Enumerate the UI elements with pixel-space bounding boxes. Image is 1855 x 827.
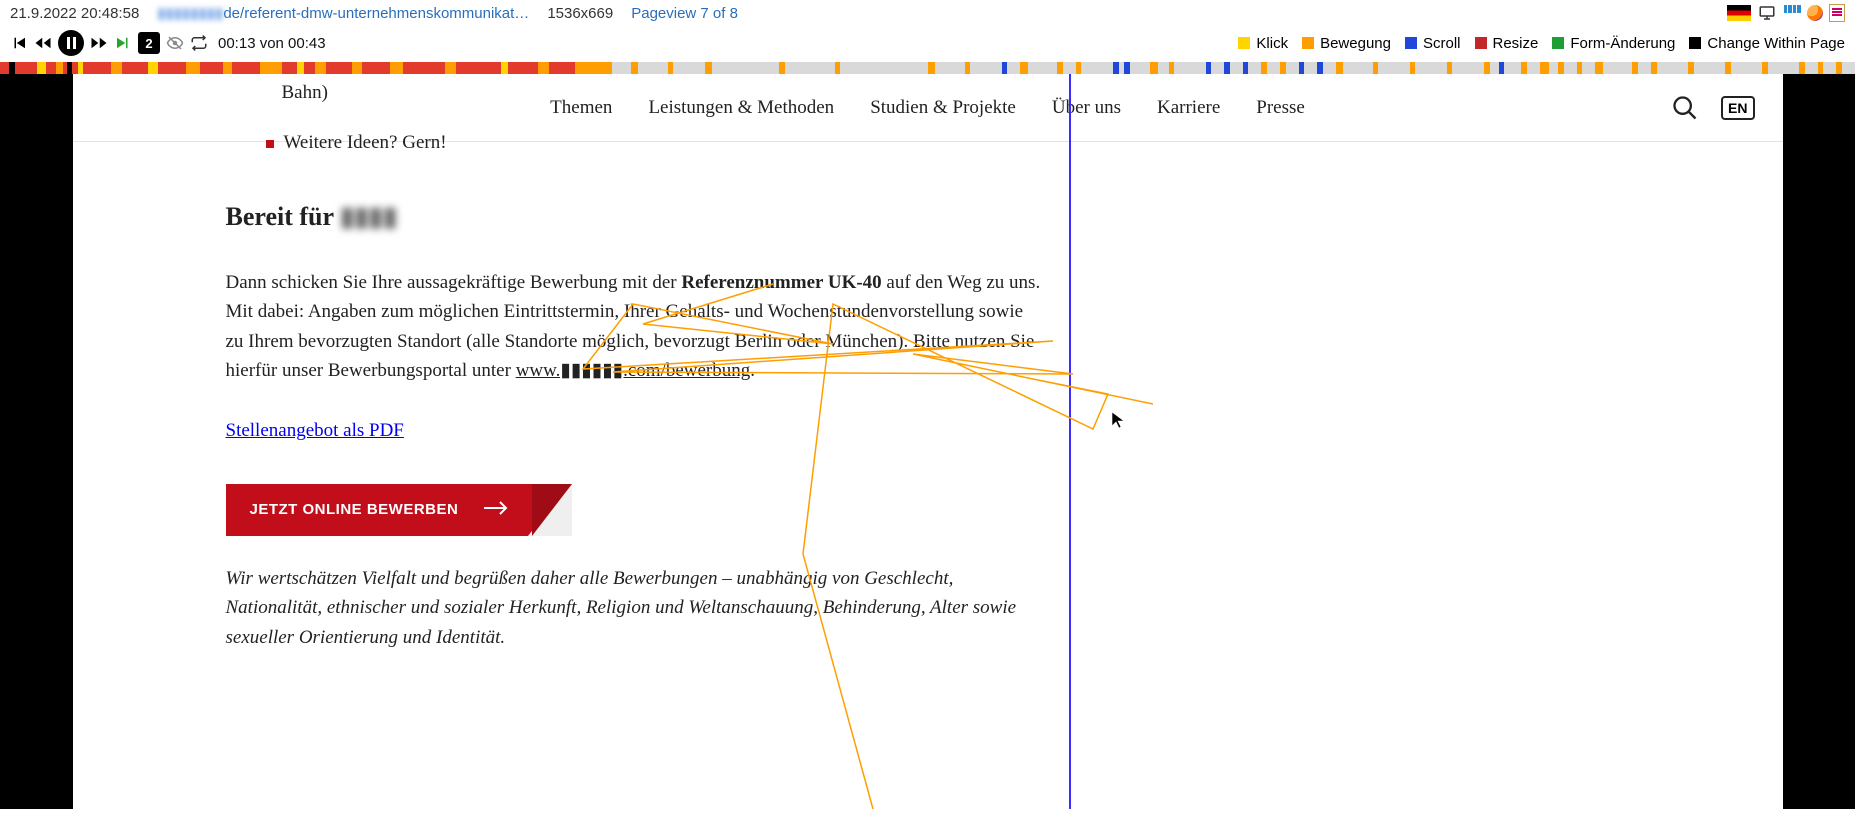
timestamp: 21.9.2022 20:48:58: [10, 5, 139, 22]
scroll-position-line: [1069, 74, 1071, 809]
cta-label: JETZT ONLINE BEWERBEN: [250, 501, 459, 518]
legend-scroll: Scroll: [1423, 35, 1461, 52]
skip-start-button[interactable]: [10, 34, 28, 52]
playback-speed[interactable]: 2: [138, 32, 160, 54]
application-portal-link[interactable]: www.▮▮▮▮▮▮.com/bewerbung: [516, 360, 751, 381]
section-heading: Bereit für ▮▮▮▮: [226, 202, 1046, 232]
bullet-text: Weitere Ideen? Gern!: [284, 132, 447, 154]
cursor-icon: [1111, 411, 1125, 434]
firefox-icon: [1807, 5, 1823, 21]
event-timeline[interactable]: [0, 62, 1855, 74]
pageview-counter[interactable]: Pageview 7 of 8: [631, 5, 738, 22]
heading-redacted: ▮▮▮▮: [340, 202, 397, 232]
time-display: 00:13 von 00:43: [218, 35, 326, 52]
search-button[interactable]: [1671, 94, 1699, 122]
bullet-item: Weitere Ideen? Gern!: [266, 132, 1046, 154]
nav-item-karriere[interactable]: Karriere: [1157, 97, 1220, 119]
skip-end-button[interactable]: [114, 34, 132, 52]
page-url[interactable]: ▮▮▮▮▮▮▮▮de/referent-dmw-unternehmenskomm…: [157, 4, 529, 22]
pause-button[interactable]: [58, 30, 84, 56]
legend-klick: Klick: [1256, 35, 1288, 52]
application-paragraph: Dann schicken Sie Ihre aussagekräftige B…: [226, 268, 1046, 386]
viewport-dimensions: 1536x669: [547, 5, 613, 22]
arrow-right-icon: [482, 499, 510, 521]
pdf-link[interactable]: Stellenangebot als PDF: [226, 420, 404, 442]
nav-item-ueber[interactable]: Über uns: [1052, 97, 1121, 119]
legend-bewegung: Bewegung: [1320, 35, 1391, 52]
square-bullet-icon: [266, 140, 274, 148]
rewind-button[interactable]: [34, 34, 52, 52]
legend-form: Form-Änderung: [1570, 35, 1675, 52]
legend-change: Change Within Page: [1707, 35, 1845, 52]
prev-line-tail: Bahn): [282, 82, 1046, 104]
document-icon: [1829, 4, 1845, 22]
monitor-icon: [1757, 4, 1777, 22]
visibility-off-icon[interactable]: [166, 34, 184, 52]
apply-online-button[interactable]: JETZT ONLINE BEWERBEN: [226, 484, 573, 536]
windows-icon: [1783, 4, 1801, 22]
playback-bar: 2 00:13 von 00:43 Klick Bewegung Scroll …: [0, 26, 1855, 62]
session-viewport: Themen Leistungen & Methoden Studien & P…: [0, 74, 1855, 809]
diversity-statement: Wir wertschätzen Vielfalt und begrüßen d…: [226, 564, 1046, 652]
event-legend: Klick Bewegung Scroll Resize Form-Änderu…: [1238, 35, 1845, 52]
reference-number: Referenznummer UK-40: [681, 272, 881, 293]
nav-item-presse[interactable]: Presse: [1256, 97, 1305, 119]
lang-toggle[interactable]: EN: [1721, 96, 1754, 120]
recorder-infobar: 21.9.2022 20:48:58 ▮▮▮▮▮▮▮▮de/referent-d…: [0, 0, 1855, 26]
legend-resize: Resize: [1493, 35, 1539, 52]
flag-de-icon: [1727, 5, 1751, 21]
loop-button[interactable]: [190, 34, 208, 52]
fastforward-button[interactable]: [90, 34, 108, 52]
recorded-page: Themen Leistungen & Methoden Studien & P…: [73, 74, 1783, 809]
